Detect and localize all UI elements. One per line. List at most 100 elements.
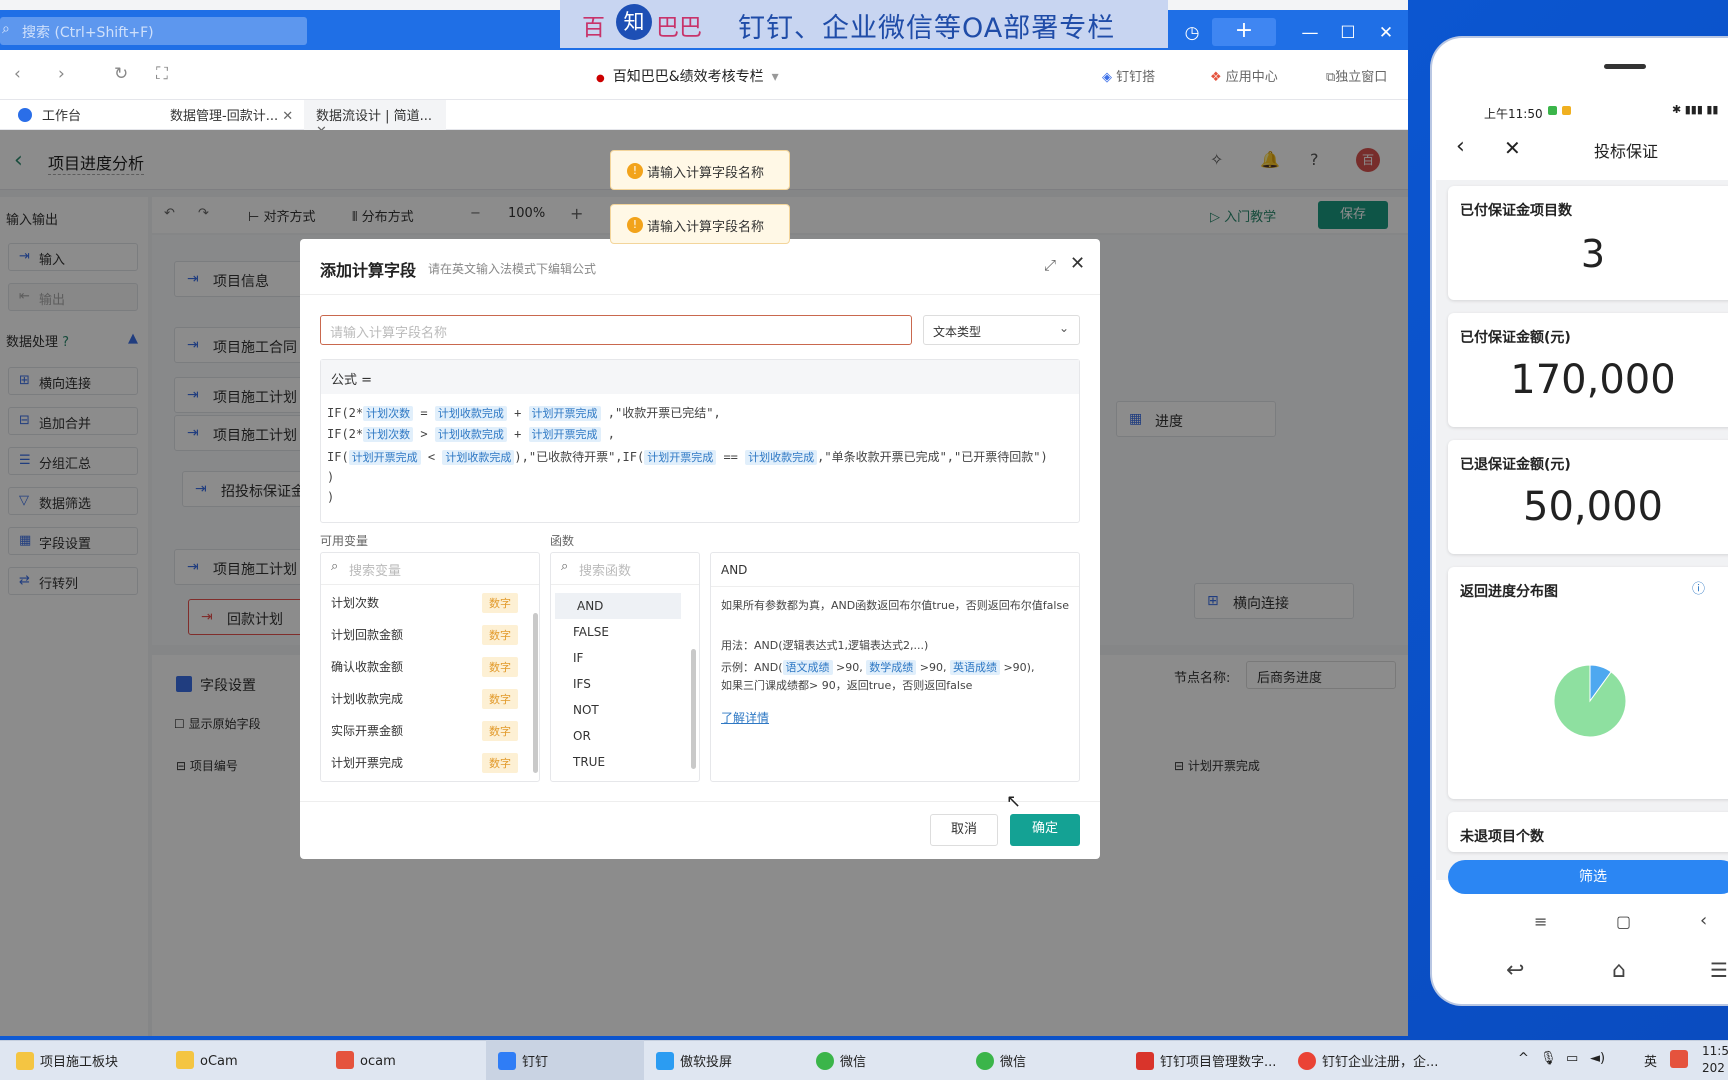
menu-icon[interactable]: ≡: [1534, 912, 1547, 931]
search-icon: ⌕: [331, 559, 339, 574]
chrome-icon: [1298, 1052, 1316, 1070]
filter-button[interactable]: 筛选: [1448, 860, 1728, 894]
variable-item[interactable]: 确认收款金额 数字: [321, 651, 536, 683]
wechat-status-icon: [1548, 106, 1557, 115]
formula-line: ): [327, 490, 335, 504]
clock[interactable]: 11:5 202: [1702, 1043, 1728, 1077]
funcs-search-input[interactable]: ⌕ 搜索函数: [551, 553, 699, 585]
notify-status-icon: [1562, 106, 1571, 115]
volume-icon[interactable]: ◄): [1590, 1051, 1605, 1066]
banner-text-1: 百: [582, 15, 605, 41]
scrollbar[interactable]: [691, 649, 696, 769]
function-item[interactable]: IFS: [551, 671, 691, 697]
ok-button[interactable]: 确定: [1010, 814, 1080, 846]
warning-toast: ! 请输入计算字段名称: [610, 204, 790, 244]
type-select[interactable]: 文本类型 ⌄: [923, 315, 1080, 345]
funcs-title: 函数: [550, 534, 575, 548]
back-icon[interactable]: ‹: [1456, 134, 1465, 159]
tab-data-management[interactable]: 数据管理-回款计... ✕: [158, 100, 298, 130]
help-usage: 用法：AND(逻辑表达式1,逻辑表达式2,...): [721, 639, 929, 652]
tab-workbench[interactable]: 工作台: [18, 100, 148, 130]
stat-card: 已付保证金项目数 3: [1448, 186, 1728, 300]
ime-indicator[interactable]: 英: [1644, 1051, 1657, 1070]
tray-chevron-icon[interactable]: ^: [1518, 1051, 1529, 1066]
add-calc-field-dialog: 添加计算字段 请在英文输入法模式下编辑公式 ⤢ ✕ 请输入计算字段名称 文本类型…: [300, 239, 1100, 859]
taskbar-item-wechat[interactable]: 微信: [976, 1040, 1126, 1080]
new-button[interactable]: +: [1212, 18, 1276, 46]
warning-icon: !: [627, 163, 643, 179]
stat-card: 已付保证金额(元) 170,000: [1448, 313, 1728, 427]
back-icon[interactable]: ‹: [14, 64, 21, 84]
history-icon[interactable]: ◷: [1180, 22, 1204, 46]
maximize-button[interactable]: ☐: [1336, 22, 1360, 46]
taskbar-item-wps[interactable]: 钉钉项目管理数字...: [1136, 1040, 1286, 1080]
close-icon[interactable]: ✕: [1504, 136, 1521, 160]
taskbar-item-folder[interactable]: 项目施工板块: [16, 1040, 166, 1080]
variable-item[interactable]: 实际开票金额 数字: [321, 715, 536, 747]
dingda-icon: ◈: [1102, 70, 1112, 85]
speaker-grille: [1604, 64, 1646, 69]
header-link-popout[interactable]: ⧉独立窗口: [1326, 66, 1387, 85]
taskbar-item-dingtalk[interactable]: 钉钉: [486, 1040, 644, 1080]
vars-title: 可用变量: [320, 534, 369, 548]
appcenter-icon: ❖: [1210, 70, 1222, 85]
warning-icon: !: [627, 217, 643, 233]
forward-icon[interactable]: ›: [58, 64, 65, 84]
chart-card: 返回进度分布图 ⓘ: [1448, 567, 1728, 799]
vars-search-input[interactable]: ⌕ 搜索变量: [321, 553, 539, 585]
variable-item[interactable]: 计划收款完成 数字: [321, 683, 536, 715]
fullscreen-icon[interactable]: ⛶: [156, 64, 168, 84]
function-item[interactable]: OR: [551, 723, 691, 749]
banner-headline: 钉钉、企业微信等OA部署专栏: [738, 13, 1116, 44]
close-window-button[interactable]: ✕: [1374, 22, 1398, 46]
tab-dataflow-design[interactable]: 数据流设计 | 简道... ✕: [304, 100, 446, 139]
variable-item[interactable]: 计划开票完成 数字: [321, 747, 536, 779]
mic-icon[interactable]: 🎙: [1540, 1051, 1557, 1066]
variable-item[interactable]: 计划回款金额 数字: [321, 619, 536, 651]
home-square-icon[interactable]: ▢: [1616, 912, 1631, 931]
menu-icon[interactable]: ☰: [1710, 958, 1728, 982]
header-link-dingda[interactable]: ◈ 钉钉搭: [1102, 66, 1155, 85]
dialog-title: 添加计算字段: [320, 261, 417, 280]
warning-toast: ! 请输入计算字段名称: [610, 150, 790, 190]
formula-line: IF(2* 计划次数 = 计划收款完成 + 计划开票完成 ,"收款开票已完结",: [327, 406, 721, 421]
header-link-appcenter[interactable]: ❖ 应用中心: [1210, 66, 1278, 85]
function-item-and[interactable]: AND: [555, 593, 681, 619]
status-time: 上午11:50: [1484, 107, 1543, 121]
taskbar-item-chrome[interactable]: 钉钉企业注册，企...: [1298, 1040, 1448, 1080]
taskbar-item-ocam-folder[interactable]: oCam: [176, 1040, 326, 1080]
learn-more-link[interactable]: 了解详情: [721, 709, 769, 726]
home-icon[interactable]: ⌂: [1612, 958, 1626, 983]
minimize-button[interactable]: —: [1298, 22, 1322, 46]
taskbar-item-ocam[interactable]: ocam: [336, 1040, 476, 1080]
function-item[interactable]: NOT: [551, 697, 691, 723]
return-icon[interactable]: ↩: [1506, 958, 1524, 983]
stat-card: 未退项目个数: [1448, 812, 1728, 852]
mirror-icon: [656, 1052, 674, 1070]
close-icon[interactable]: ✕: [1070, 253, 1085, 274]
app-logo-icon: ●: [596, 73, 605, 84]
taskbar-item-wechat[interactable]: 微信: [816, 1040, 966, 1080]
info-icon[interactable]: ⓘ: [1692, 578, 1705, 597]
app-title[interactable]: ● 百知巴巴&绩效考核专栏 ▾: [596, 66, 779, 86]
refresh-icon[interactable]: ↻: [114, 64, 128, 84]
taskbar-item-apowermirror[interactable]: 傲软投屏: [656, 1040, 806, 1080]
variable-item[interactable]: 计划次数 数字: [321, 587, 536, 619]
function-item[interactable]: TRUE: [551, 749, 691, 775]
close-icon[interactable]: ✕: [282, 109, 293, 124]
scrollbar[interactable]: [533, 613, 538, 773]
formula-label: 公式 =: [321, 360, 1079, 394]
function-item[interactable]: FALSE: [551, 619, 691, 645]
expand-icon[interactable]: ⤢: [1044, 256, 1056, 274]
formula-editor[interactable]: 公式 = IF(2* 计划次数 = 计划收款完成 + 计划开票完成 ,"收款开票已…: [320, 359, 1080, 523]
function-help-panel: AND 如果所有参数都为真，AND函数返回布尔值true，否则返回布尔值fals…: [710, 552, 1080, 782]
sogou-icon[interactable]: [1670, 1050, 1688, 1068]
global-search-input[interactable]: ⌕ 搜索 (Ctrl+Shift+F): [0, 17, 307, 45]
help-function-name: AND: [711, 553, 1079, 587]
field-name-input[interactable]: 请输入计算字段名称: [320, 315, 912, 345]
cancel-button[interactable]: 取消: [930, 814, 998, 846]
network-icon[interactable]: ▭: [1566, 1051, 1578, 1066]
pie-slice[interactable]: [1553, 664, 1627, 738]
function-item[interactable]: IF: [551, 645, 691, 671]
back-icon[interactable]: ‹: [1700, 910, 1707, 931]
